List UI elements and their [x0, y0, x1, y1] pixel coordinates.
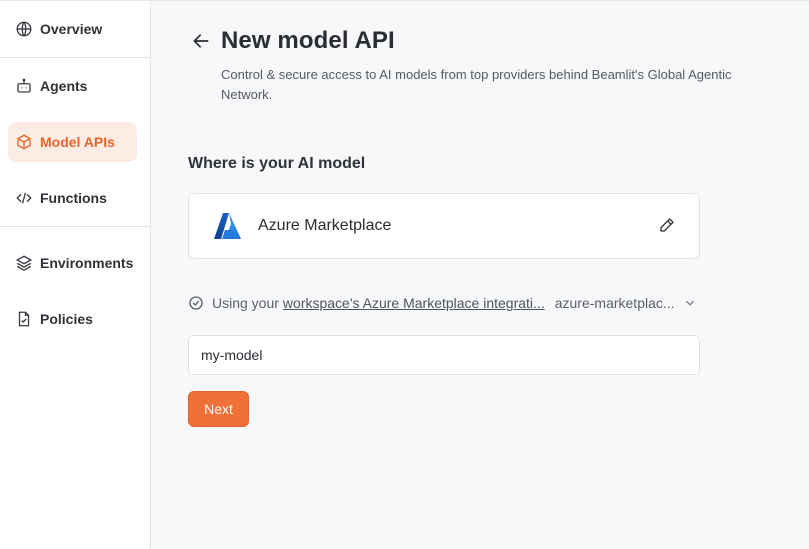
- next-button[interactable]: Next: [188, 391, 249, 427]
- sidebar-item-label: Overview: [40, 21, 103, 37]
- cube-icon: [14, 132, 34, 152]
- provider-card[interactable]: Azure Marketplace: [188, 193, 700, 259]
- sidebar-item-label: Functions: [40, 190, 107, 206]
- sidebar-item-label: Policies: [40, 311, 93, 327]
- sidebar-item-agents[interactable]: Agents: [8, 66, 137, 106]
- robot-icon: [14, 76, 34, 96]
- globe-icon: [14, 19, 34, 39]
- azure-logo: [213, 211, 243, 241]
- integration-select[interactable]: azure-marketplac...: [555, 295, 675, 311]
- nav-group-resources: Agents Model APIs Functions: [0, 58, 150, 226]
- nav-group-governance: Environments Policies: [0, 227, 150, 347]
- provider-name: Azure Marketplace: [258, 217, 392, 234]
- pencil-icon[interactable]: [657, 215, 677, 235]
- check-circle-icon: [188, 295, 204, 311]
- title-row: New model API: [189, 27, 741, 55]
- sidebar-item-policies[interactable]: Policies: [8, 299, 137, 339]
- sidebar: Overview Agents Model APIs Functions Env…: [0, 1, 151, 549]
- page-header: New model API Control & secure access to…: [189, 27, 741, 105]
- code-icon: [14, 188, 34, 208]
- app-window: Overview Agents Model APIs Functions Env…: [0, 0, 809, 549]
- sidebar-item-label: Environments: [40, 255, 134, 271]
- integration-prefix: Using your: [212, 295, 279, 311]
- chevron-down-icon[interactable]: [683, 296, 697, 310]
- back-arrow-icon[interactable]: [189, 29, 213, 53]
- integration-row: Using your workspace's Azure Marketplace…: [188, 293, 700, 313]
- layers-icon: [14, 253, 34, 273]
- sidebar-item-model-apis[interactable]: Model APIs: [8, 122, 137, 162]
- sidebar-item-environments[interactable]: Environments: [8, 243, 137, 283]
- sidebar-item-label: Agents: [40, 78, 88, 94]
- file-check-icon: [14, 309, 34, 329]
- sidebar-item-overview[interactable]: Overview: [8, 9, 137, 49]
- sidebar-item-label: Model APIs: [40, 134, 115, 150]
- main-content: New model API Control & secure access to…: [151, 1, 809, 549]
- model-name-input[interactable]: [188, 335, 700, 375]
- sidebar-item-functions[interactable]: Functions: [8, 178, 137, 218]
- page-subtitle: Control & secure access to AI models fro…: [221, 67, 732, 102]
- section-title: Where is your AI model: [188, 155, 366, 172]
- page-title: New model API: [221, 27, 395, 54]
- nav-group-primary: Overview: [0, 1, 150, 57]
- integration-link[interactable]: workspace's Azure Marketplace integrati.…: [283, 295, 545, 311]
